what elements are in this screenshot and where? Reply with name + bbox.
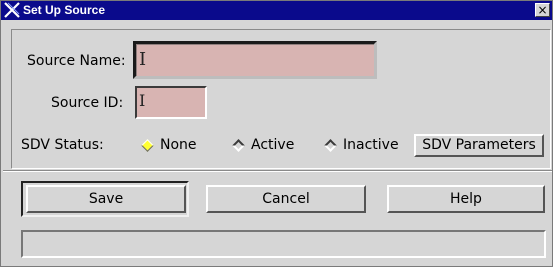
sdv-radio-active[interactable]: Active [232, 135, 295, 155]
close-icon: × [537, 3, 548, 17]
dialog-window: Set Up Source × Source Name: I Source ID… [0, 0, 553, 267]
text-cursor-icon: I [139, 49, 147, 70]
sdv-parameters-button[interactable]: SDV Parameters [414, 134, 544, 157]
sdv-radio-none-label: None [160, 137, 197, 153]
source-id-field[interactable]: I [135, 86, 207, 119]
sdv-radio-inactive-label: Inactive [343, 137, 399, 153]
sdv-status-label: SDV Status: [21, 137, 104, 153]
source-name-label: Source Name: [27, 53, 126, 69]
save-button[interactable]: Save [26, 185, 186, 213]
help-button[interactable]: Help [387, 185, 545, 213]
motif-x-icon [4, 2, 20, 18]
close-button[interactable]: × [535, 3, 550, 17]
window-title: Set Up Source [23, 3, 106, 17]
radio-diamond-selected-icon [141, 138, 154, 152]
title-bar[interactable]: Set Up Source × [1, 1, 552, 20]
source-name-field[interactable]: I [133, 41, 377, 79]
separator [3, 170, 552, 172]
sdv-radio-inactive[interactable]: Inactive [324, 135, 399, 155]
text-cursor-icon: I [139, 91, 146, 110]
status-bar [21, 230, 546, 258]
cancel-button[interactable]: Cancel [206, 185, 366, 213]
radio-diamond-icon [324, 138, 337, 152]
source-id-label: Source ID: [51, 95, 124, 111]
sdv-radio-none[interactable]: None [141, 135, 197, 155]
sdv-radio-active-label: Active [251, 137, 295, 153]
radio-diamond-icon [232, 138, 245, 152]
